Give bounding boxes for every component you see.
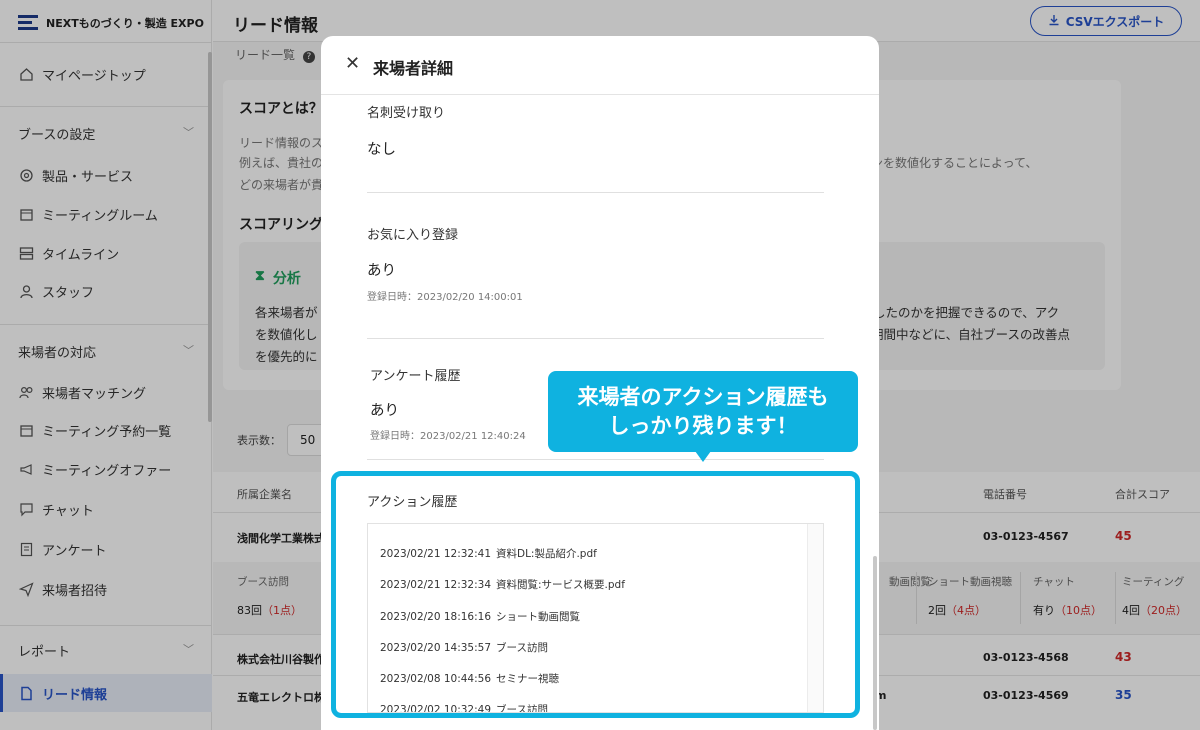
- close-icon[interactable]: ✕: [345, 55, 361, 73]
- business-card-label: 名刺受け取り: [367, 106, 446, 121]
- favorite-label: お気に入り登録: [367, 228, 459, 243]
- survey-history-date: 登録日時：2023/02/21 12:40:24: [370, 431, 526, 442]
- callout-tail: [695, 451, 711, 462]
- business-card-value: なし: [367, 142, 396, 158]
- favorite-value: あり: [367, 263, 396, 279]
- favorite-date: 登録日時：2023/02/20 14:00:01: [367, 292, 523, 303]
- callout-line: 来場者のアクション履歴も: [577, 385, 829, 409]
- modal-scrollbar[interactable]: [873, 556, 877, 730]
- modal-header: ✕ 来場者詳細: [321, 36, 879, 95]
- callout-bubble: 来場者のアクション履歴も しっかり残ります！: [548, 371, 858, 452]
- action-history-highlight: [331, 471, 860, 718]
- survey-history-label: アンケート履歴: [370, 369, 461, 384]
- modal-title: 来場者詳細: [373, 59, 454, 78]
- survey-history-value: あり: [370, 403, 399, 419]
- callout-line: しっかり残ります！: [608, 414, 798, 438]
